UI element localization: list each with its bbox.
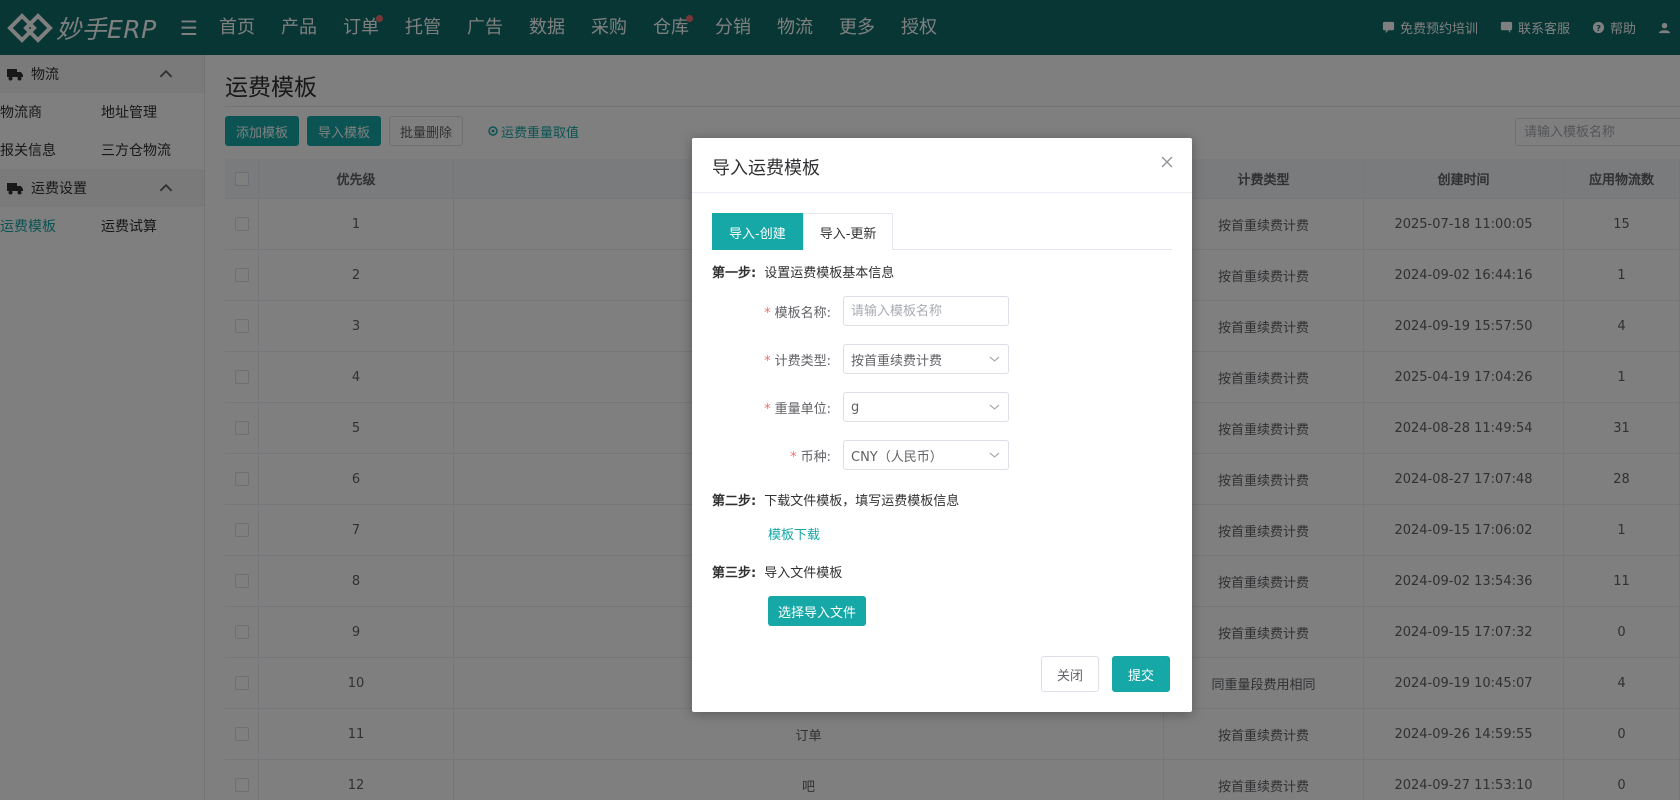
fee-type-label: * 计费类型: xyxy=(764,353,831,369)
step-three-prefix: 第三步: xyxy=(712,566,757,581)
close-button[interactable]: 关闭 xyxy=(1041,656,1100,692)
dialog-header: 导入运费模板 xyxy=(692,138,1192,193)
fee-type-select[interactable]: 按首重续费计费 xyxy=(843,344,1009,374)
form-row-fee-type: * 计费类型: 按首重续费计费 xyxy=(712,343,1172,375)
tab-import-create[interactable]: 导入-创建 xyxy=(712,213,803,250)
weight-unit-label: * 重量单位: xyxy=(764,401,831,417)
weight-unit-value: g xyxy=(851,399,860,415)
step-two-prefix: 第二步: xyxy=(712,494,757,509)
step-one: 第一步: 设置运费模板基本信息 xyxy=(712,262,894,281)
form-row-name: * 模板名称: xyxy=(712,295,1172,327)
step-three: 第三步: 导入文件模板 xyxy=(712,562,842,581)
step-two-text: 下载文件模板，填写运费模板信息 xyxy=(764,494,960,509)
form-row-currency: * 币种: CNY（人民币） xyxy=(712,439,1172,471)
step-one-prefix: 第一步: xyxy=(712,266,757,281)
step-three-text: 导入文件模板 xyxy=(764,566,843,581)
dialog-tabs: 导入-创建 导入-更新 xyxy=(712,213,1172,250)
template-download-link[interactable]: 模板下载 xyxy=(768,524,820,543)
close-icon[interactable] xyxy=(1158,153,1176,171)
currency-label: * 币种: xyxy=(790,449,831,465)
import-dialog: 导入运费模板 导入-创建 导入-更新 第一步: 设置运费模板基本信息 * 模板名称:… xyxy=(692,138,1192,712)
fee-type-value: 按首重续费计费 xyxy=(851,353,943,369)
select-file-button[interactable]: 选择导入文件 xyxy=(768,596,867,626)
template-name-input[interactable] xyxy=(851,303,1001,319)
weight-unit-select[interactable]: g xyxy=(843,392,1009,422)
step-one-text: 设置运费模板基本信息 xyxy=(764,266,895,281)
name-label: * 模板名称: xyxy=(764,305,831,321)
chevron-down-icon xyxy=(989,404,1000,410)
chevron-down-icon xyxy=(989,356,1000,362)
submit-button[interactable]: 提交 xyxy=(1112,656,1171,692)
chevron-down-icon xyxy=(989,452,1000,458)
currency-value: CNY（人民币） xyxy=(851,449,943,465)
form-row-weight-unit: * 重量单位: g xyxy=(712,391,1172,423)
dialog-title: 导入运费模板 xyxy=(712,158,820,179)
name-field[interactable] xyxy=(843,296,1009,326)
tab-import-update[interactable]: 导入-更新 xyxy=(802,213,894,250)
currency-select[interactable]: CNY（人民币） xyxy=(843,440,1009,470)
step-two: 第二步: 下载文件模板，填写运费模板信息 xyxy=(712,490,959,509)
